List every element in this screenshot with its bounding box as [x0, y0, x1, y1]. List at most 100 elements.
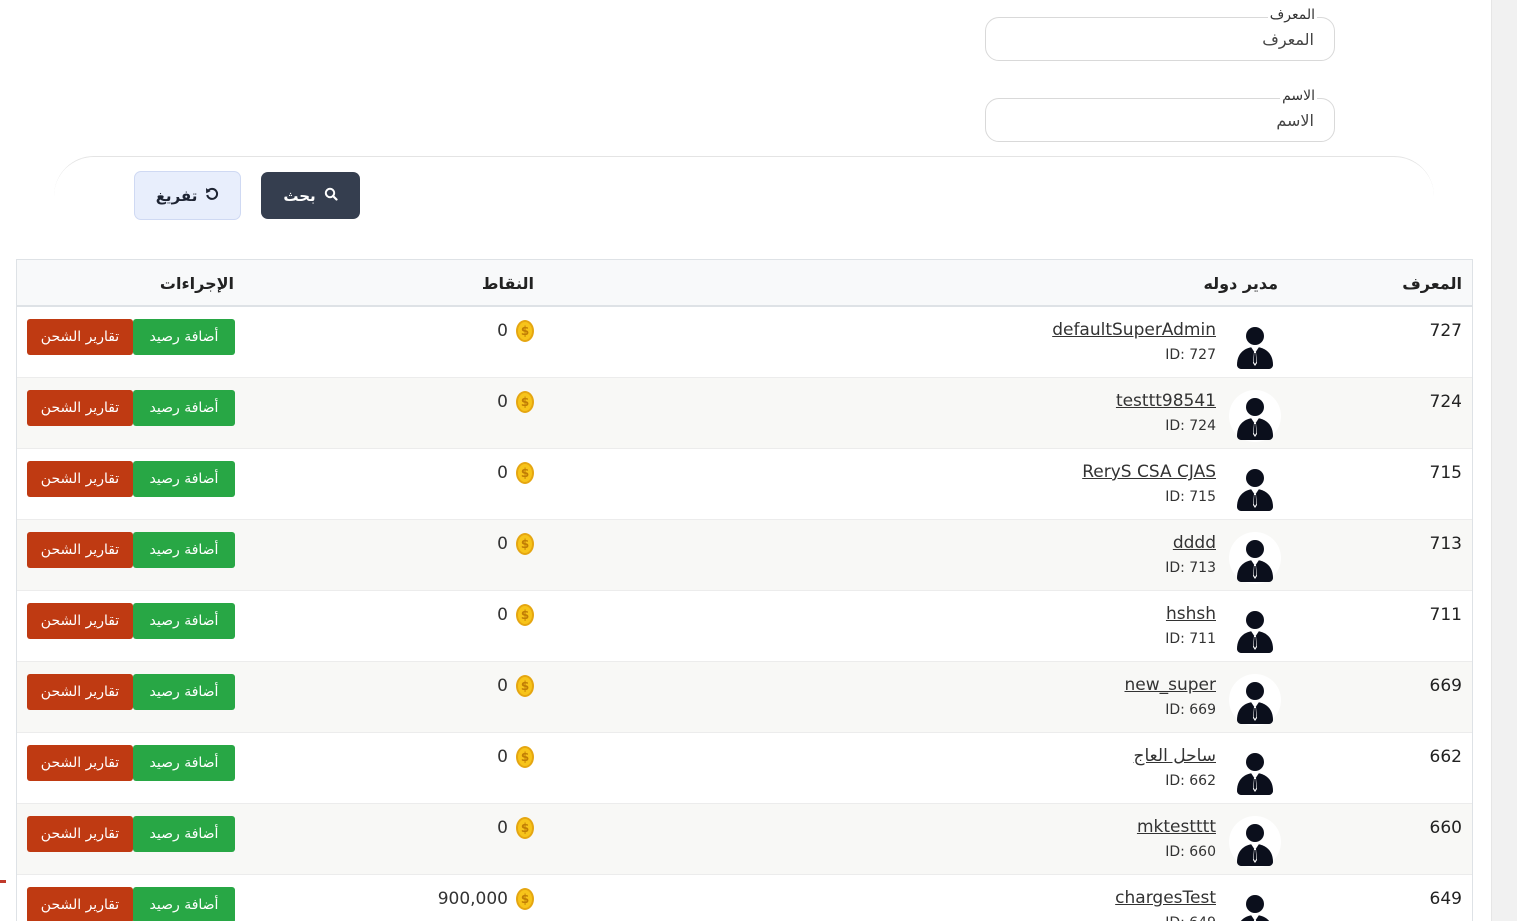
row-id: 715: [1429, 463, 1462, 483]
coin-icon: $: [516, 817, 534, 839]
points-value: 0: [497, 321, 508, 341]
vertical-scrollbar[interactable]: [1491, 0, 1517, 921]
user-avatar-icon: [1229, 745, 1281, 797]
row-id: 711: [1429, 605, 1462, 625]
coin-icon: $: [516, 746, 534, 768]
manager-id-text: ID: 715: [1165, 489, 1216, 505]
name-filter-input[interactable]: [985, 98, 1335, 142]
add-balance-button[interactable]: أضافة رصيد: [133, 390, 235, 426]
manager-name-link[interactable]: ساحل العاج: [1134, 746, 1216, 766]
points-value: 0: [497, 463, 508, 483]
points-cell: 0 $: [497, 320, 534, 342]
manager-name-link[interactable]: mktestttt: [1137, 817, 1216, 837]
charge-reports-button[interactable]: تقارير الشحن: [27, 674, 133, 710]
charge-reports-button[interactable]: تقارير الشحن: [27, 603, 133, 639]
add-balance-button[interactable]: أضافة رصيد: [133, 603, 235, 639]
manager-name-link[interactable]: ReryS CSA CJAS: [1082, 462, 1216, 482]
points-cell: 900,000 $: [438, 888, 534, 910]
add-balance-button[interactable]: أضافة رصيد: [133, 319, 235, 355]
charge-reports-button[interactable]: تقارير الشحن: [27, 390, 133, 426]
name-filter-field: الاسم: [985, 88, 1335, 142]
row-id: 649: [1429, 889, 1462, 909]
points-value: 0: [497, 605, 508, 625]
manager-name-link[interactable]: new_super: [1124, 675, 1216, 695]
points-cell: 0 $: [497, 462, 534, 484]
table-row: 662 ساحل العاج ID: 662 0 $ أضافة رصيد تقارير ا…: [17, 733, 1472, 804]
header-manager: مدير دوله: [1203, 274, 1278, 293]
manager-name-link[interactable]: chargesTest: [1115, 888, 1216, 908]
user-avatar-icon: [1229, 390, 1281, 442]
add-balance-button[interactable]: أضافة رصيد: [133, 816, 235, 852]
id-filter-label: المعرف: [1267, 7, 1317, 23]
header-actions: الإجراءات: [159, 274, 234, 293]
table-row: 715 ReryS CSA CJAS ID: 715 0 $ أضافة رصيد تقار…: [17, 449, 1472, 520]
coin-icon: $: [516, 604, 534, 626]
user-avatar-icon: [1229, 319, 1281, 371]
manager-id-text: ID: 724: [1165, 418, 1216, 434]
header-points: النقاط: [481, 274, 534, 293]
points-value: 900,000: [437, 889, 508, 909]
coin-icon: $: [516, 462, 534, 484]
search-button[interactable]: بحث: [261, 172, 360, 219]
coin-icon: $: [516, 675, 534, 697]
table-row: 727 defaultSuperAdmin ID: 727 0 $ أضافة رصيد ت…: [17, 307, 1472, 378]
reset-button[interactable]: تفريغ: [134, 171, 241, 220]
add-balance-button[interactable]: أضافة رصيد: [133, 887, 235, 921]
add-balance-button[interactable]: أضافة رصيد: [133, 745, 235, 781]
add-balance-button[interactable]: أضافة رصيد: [133, 532, 235, 568]
manager-id-text: ID: 660: [1165, 844, 1216, 860]
manager-id-text: ID: 711: [1165, 631, 1216, 647]
row-id: 724: [1429, 392, 1462, 412]
row-id: 662: [1429, 747, 1462, 767]
undo-icon: [205, 187, 219, 205]
id-filter-field: المعرف: [985, 7, 1335, 61]
coin-icon: $: [516, 391, 534, 413]
charge-reports-button[interactable]: تقارير الشحن: [27, 319, 133, 355]
row-id: 660: [1429, 818, 1462, 838]
manager-id-text: ID: 662: [1165, 773, 1216, 789]
user-avatar-icon: [1229, 461, 1281, 513]
points-cell: 0 $: [497, 817, 534, 839]
manager-id-text: ID: 713: [1165, 560, 1216, 576]
search-icon: [324, 187, 338, 205]
charge-reports-button[interactable]: تقارير الشحن: [27, 887, 133, 921]
charge-reports-button[interactable]: تقارير الشحن: [27, 745, 133, 781]
points-cell: 0 $: [497, 533, 534, 555]
coin-icon: $: [516, 888, 534, 910]
table-row: 660 mktestttt ID: 660 0 $ أضافة رصيد تقارير ال…: [17, 804, 1472, 875]
points-value: 0: [497, 747, 508, 767]
manager-name-link[interactable]: hshsh: [1166, 604, 1216, 624]
points-cell: 0 $: [497, 675, 534, 697]
add-balance-button[interactable]: أضافة رصيد: [133, 674, 235, 710]
user-avatar-icon: [1229, 674, 1281, 726]
points-value: 0: [497, 392, 508, 412]
add-balance-button[interactable]: أضافة رصيد: [133, 461, 235, 497]
edge-marker: [0, 880, 6, 883]
points-cell: 0 $: [497, 604, 534, 626]
reset-button-label: تفريغ: [155, 186, 198, 205]
manager-name-link[interactable]: defaultSuperAdmin: [1052, 320, 1216, 340]
managers-table: المعرف مدير دوله النقاط الإجراءات 727 def…: [16, 259, 1473, 921]
table-row: 724 testtt98541 ID: 724 0 $ أضافة رصيد تقارير …: [17, 378, 1472, 449]
charge-reports-button[interactable]: تقارير الشحن: [27, 532, 133, 568]
points-value: 0: [497, 534, 508, 554]
table-body: 727 defaultSuperAdmin ID: 727 0 $ أضافة رصيد ت…: [17, 307, 1472, 921]
manager-id-text: ID: 669: [1165, 702, 1216, 718]
charge-reports-button[interactable]: تقارير الشحن: [27, 461, 133, 497]
coin-icon: $: [516, 533, 534, 555]
table-row: 711 hshsh ID: 711 0 $ أضافة رصيد تقارير الشحن: [17, 591, 1472, 662]
table-row: 649 chargesTest ID: 649 900,000 $ أضافة رصيدت…: [17, 875, 1472, 921]
user-avatar-icon: [1229, 603, 1281, 655]
row-id: 713: [1429, 534, 1462, 554]
row-id: 669: [1429, 676, 1462, 696]
charge-reports-button[interactable]: تقارير الشحن: [27, 816, 133, 852]
manager-name-link[interactable]: testtt98541: [1116, 391, 1216, 411]
manager-id-text: ID: 649: [1165, 915, 1216, 921]
manager-name-link[interactable]: dddd: [1173, 533, 1216, 553]
manager-id-text: ID: 727: [1165, 347, 1216, 363]
table-row: 713 dddd ID: 713 0 $ أضافة رصيد تقارير الشحن: [17, 520, 1472, 591]
name-filter-label: الاسم: [1280, 88, 1317, 104]
id-filter-input[interactable]: [985, 17, 1335, 61]
points-cell: 0 $: [497, 391, 534, 413]
user-avatar-icon: [1229, 887, 1281, 921]
